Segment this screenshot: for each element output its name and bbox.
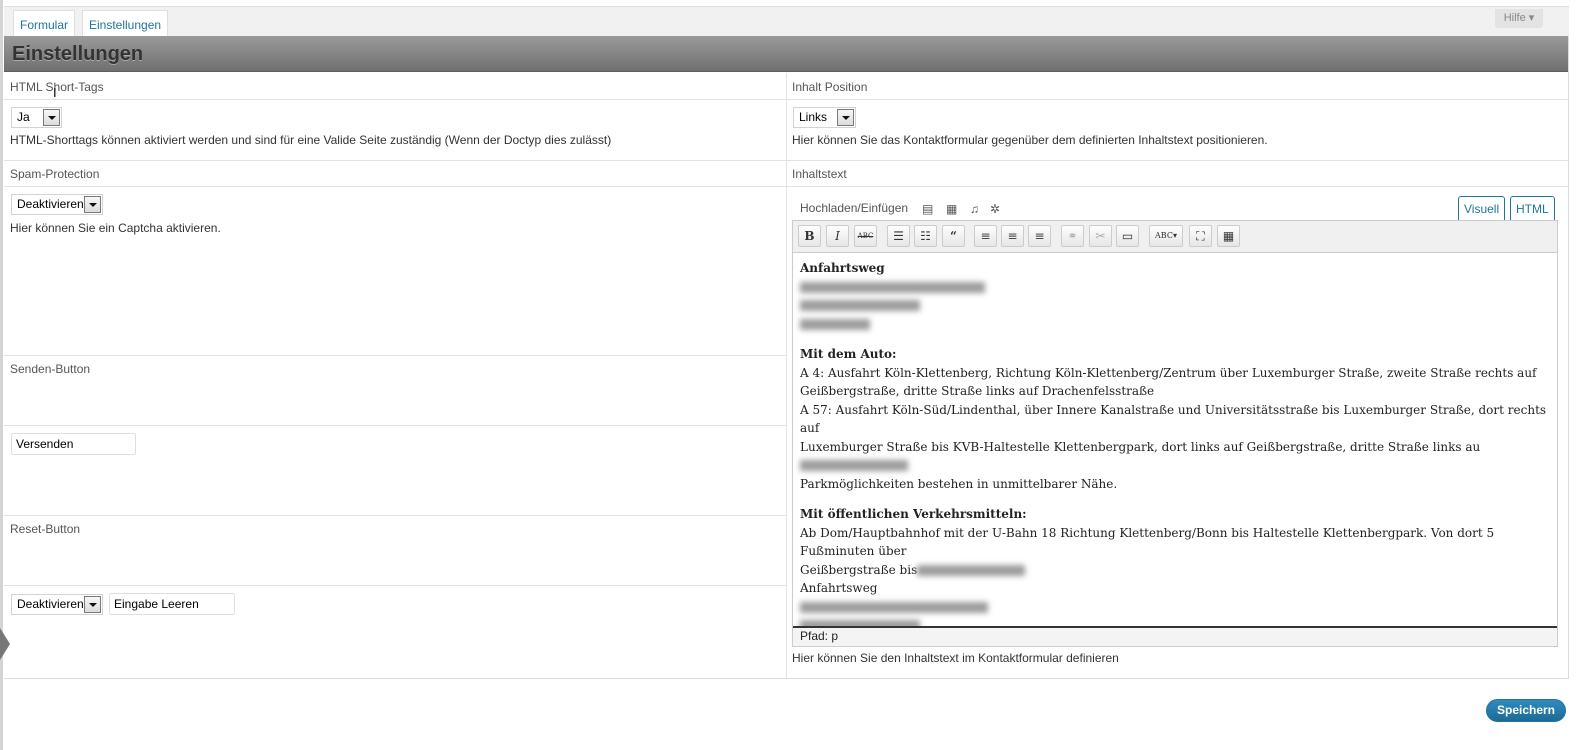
divider [4,515,786,516]
inhalt-position-description: Hier können Sie das Kontaktformular gege… [792,133,1268,147]
blockquote-icon[interactable]: “ [942,225,965,247]
content-heading: Mit dem Auto: [800,347,897,361]
align-left-icon[interactable]: ≡ [974,225,997,247]
save-button[interactable]: Speichern [1486,699,1566,722]
redacted-line [800,315,1550,334]
tab-einstellungen[interactable]: Einstellungen [82,10,169,38]
divider [4,355,786,356]
editor-content[interactable]: Anfahrtsweg Mit dem Auto: A 4: Ausfahrt … [793,253,1557,627]
editor-toolbar: B I ABC ☰ ☷ “ ≡ ≡ ≡ ⚭ ✂ ▭ ABC▾ ⛶ ▦ [793,221,1557,253]
inhaltstext-label: Inhaltstext [792,167,847,181]
content-line: Anfahrtsweg [800,581,878,595]
page-title: Einstellungen [12,43,144,65]
more-tag-icon[interactable]: ▭ [1116,225,1139,247]
select-value: Ja [17,110,30,124]
numbered-list-icon[interactable]: ☷ [914,225,937,247]
bold-icon[interactable]: B [798,225,821,247]
bullet-list-icon[interactable]: ☰ [887,225,910,247]
align-center-icon[interactable]: ≡ [1001,225,1024,247]
help-button[interactable]: Hilfe ▾ [1495,9,1543,28]
reset-button-label: Reset-Button [10,522,81,536]
kitchen-sink-icon[interactable]: ▦ [1217,225,1240,247]
collapse-arrow-icon[interactable] [0,628,10,660]
editor-path-bar: Pfad: p [793,626,1557,646]
html-short-tags-select[interactable]: Ja [11,107,62,128]
tab-bar: Formular Einstellungen Hilfe ▾ [4,6,1569,38]
content-heading: Anfahrtsweg [800,261,885,275]
content-line: Luxemburger Straße bis KVB-Haltestelle K… [800,438,1550,475]
align-right-icon[interactable]: ≡ [1028,225,1051,247]
fullscreen-icon[interactable]: ⛶ [1189,225,1212,247]
divider [4,678,1569,679]
select-value: Links [799,110,828,124]
content-line: A 57: Ausfahrt Köln-Süd/Lindenthal, über… [800,402,1547,436]
strikethrough-icon[interactable]: ABC [854,225,877,247]
content-heading: Mit öffentlichen Verkehrsmitteln: [800,507,1027,521]
chevron-down-icon [84,196,101,213]
content-line: Geißbergstraße bis [800,561,1550,580]
chevron-down-icon [43,109,60,126]
inhaltstext-description: Hier können Sie den Inhaltstext im Konta… [792,651,1119,665]
chevron-down-icon [837,109,854,126]
link-icon[interactable]: ⚭ [1061,225,1084,247]
spellcheck-icon[interactable]: ABC▾ [1149,225,1183,247]
spam-protection-select[interactable]: Deaktivieren [11,194,103,215]
divider [4,585,786,586]
content-line: Geißbergstraße, dritte Straße links auf … [800,384,1155,398]
spam-protection-description: Hier können Sie ein Captcha aktivieren. [10,221,221,235]
italic-icon[interactable]: I [826,225,849,247]
select-value: Deaktivieren [17,197,84,211]
unlink-icon[interactable]: ✂ [1089,225,1112,247]
senden-button-text-input[interactable]: Versenden [11,433,136,455]
inhalt-position-select[interactable]: Links [793,107,856,128]
tab-formular[interactable]: Formular [13,10,76,38]
spam-protection-label: Spam-Protection [10,167,100,181]
add-audio-icon[interactable]: ♫ [970,203,983,215]
text-cursor-icon: I [53,85,57,100]
select-value: Deaktivieren [17,597,84,611]
section-header: Einstellungen [4,36,1569,72]
right-border [1568,36,1569,679]
html-short-tags-description: HTML-Shorttags können aktiviert werden u… [10,133,612,147]
content-line: Parkmöglichkeiten bestehen in unmittelba… [800,476,1118,491]
reset-button-text-input[interactable]: Eingabe Leeren [109,593,235,615]
inhalt-position-label: Inhalt Position [792,80,868,94]
chevron-down-icon [84,596,101,613]
content-line-text: Geißbergstraße bis [800,562,918,577]
content-line-text: Luxemburger Straße bis KVB-Haltestelle K… [800,439,1481,454]
html-mode-tab[interactable]: HTML [1510,196,1555,222]
add-media-icon[interactable]: ✲ [990,203,1003,215]
redacted-line [800,296,1550,315]
divider [4,425,786,426]
redacted-line [800,278,1550,297]
column-divider [786,73,787,678]
redacted-line [800,598,1550,617]
add-video-icon[interactable]: ▦ [946,203,959,215]
visual-mode-tab[interactable]: Visuell [1458,196,1506,222]
media-upload-label: Hochladen/Einfügen [800,201,909,215]
reset-button-select[interactable]: Deaktivieren [11,594,103,615]
add-image-icon[interactable]: ▤ [922,203,935,215]
senden-button-label: Senden-Button [10,362,91,376]
rich-text-editor[interactable]: B I ABC ☰ ☷ “ ≡ ≡ ≡ ⚭ ✂ ▭ ABC▾ ⛶ ▦ Anfah… [792,220,1558,647]
content-line: Ab Dom/Hauptbahnhof mit der U-Bahn 18 Ri… [800,525,1495,559]
content-line: A 4: Ausfahrt Köln-Klettenberg, Richtung… [800,365,1537,380]
